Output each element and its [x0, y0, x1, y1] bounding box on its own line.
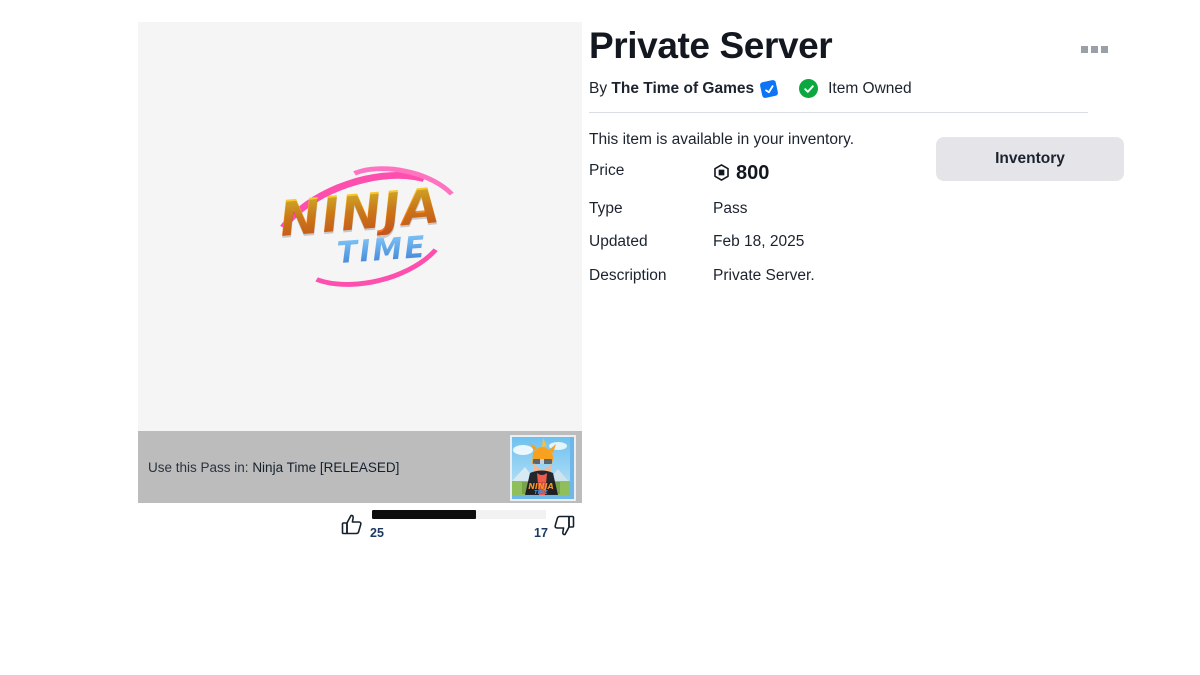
three-dots-icon[interactable] [1081, 46, 1108, 53]
thumbs-down-icon[interactable] [550, 512, 576, 543]
spec-label-description: Description [589, 266, 667, 284]
item-image-panel: NINJA NINJA TIME [138, 22, 582, 431]
creator-byline-prefix: By [589, 79, 608, 97]
table-row: Type Pass [589, 201, 815, 235]
table-row: Updated Feb 18, 2025 [589, 234, 815, 268]
vote-row: 25 17 [138, 506, 582, 548]
spec-value-type: Pass [713, 199, 748, 217]
game-thumbnail-ninja-time[interactable]: NINJA TIME [510, 435, 576, 501]
price-amount: 800 [736, 161, 770, 184]
dot [1101, 46, 1108, 53]
thumbs-up-icon[interactable] [340, 512, 366, 543]
verified-badge-icon [759, 79, 779, 99]
pass-usage-bar: Use this Pass in: Ninja Time [RELEASED] [138, 431, 582, 503]
dot [1091, 46, 1098, 53]
logo-word-time: TIME [317, 229, 447, 270]
item-spec-table: Price 800 Type Pass Updated Feb 18, 2025… [589, 163, 815, 302]
vote-ratio-fill [372, 510, 476, 519]
ninja-time-logo: NINJA NINJA TIME [138, 22, 582, 431]
creator-row: By The Time of Games Item Owned [589, 78, 1094, 100]
vote-ratio-bar [372, 510, 546, 519]
dot [1081, 46, 1088, 53]
svg-text:TIME: TIME [534, 490, 548, 495]
spec-label-price: Price [589, 161, 625, 179]
spec-label-type: Type [589, 199, 623, 217]
page-title: Private Server [589, 25, 833, 66]
creator-name[interactable]: The Time of Games [611, 80, 754, 97]
pass-usage-game-link[interactable]: Ninja Time [RELEASED] [252, 460, 399, 475]
table-row: Price 800 [589, 163, 815, 201]
status-badge: Item Owned [799, 79, 912, 99]
spec-value-price: 800 [713, 163, 815, 201]
ownership-label: Item Owned [828, 79, 912, 97]
upvote-count: 25 [370, 526, 384, 540]
divider [589, 111, 1088, 113]
pass-usage-text: Use this Pass in: Ninja Time [RELEASED] [148, 460, 399, 475]
robux-icon [713, 164, 730, 182]
table-row: Description Private Server. [589, 268, 815, 302]
pass-usage-label: Use this Pass in: [148, 459, 249, 475]
creator-byline[interactable]: By The Time of Games [589, 80, 754, 98]
inventory-button[interactable]: Inventory [936, 137, 1124, 181]
spec-value-updated: Feb 18, 2025 [713, 233, 805, 251]
check-circle-icon [799, 79, 819, 99]
downvote-count: 17 [534, 526, 548, 540]
spec-value-description: Private Server. [713, 266, 815, 284]
spec-label-updated: Updated [589, 233, 648, 251]
